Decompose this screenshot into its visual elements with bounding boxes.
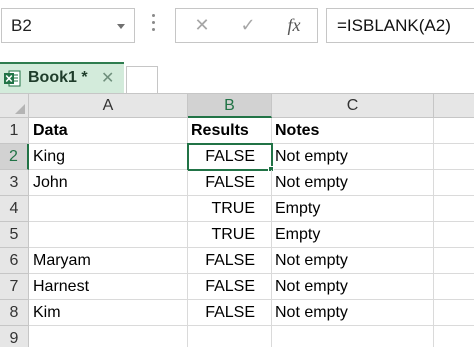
cell-d2[interactable]	[434, 144, 474, 170]
row-header-7[interactable]: 7	[0, 274, 29, 300]
cell-d1[interactable]	[434, 118, 474, 144]
formula-text: =ISBLANK(A2)	[337, 16, 451, 35]
cell-b1[interactable]: Results	[188, 118, 272, 144]
cell-c9[interactable]	[272, 326, 434, 347]
formula-buttons: ✕ ✓ fx	[175, 8, 318, 43]
cell-c1[interactable]: Notes	[272, 118, 434, 144]
chevron-down-icon[interactable]	[117, 24, 125, 29]
cell-d8[interactable]	[434, 300, 474, 326]
cell-a3[interactable]: John	[29, 170, 188, 196]
cell-a5[interactable]	[29, 222, 188, 248]
cell-c6[interactable]: Not empty	[272, 248, 434, 274]
row-header-1[interactable]: 1	[0, 118, 29, 144]
drag-handle-icon[interactable]	[152, 14, 156, 38]
column-header-c[interactable]: C	[272, 94, 434, 118]
checkmark-icon[interactable]: ✓	[228, 9, 268, 42]
select-all-button[interactable]	[0, 94, 29, 118]
name-box-value: B2	[11, 16, 32, 35]
cell-c8[interactable]: Not empty	[272, 300, 434, 326]
row-header-5[interactable]: 5	[0, 222, 29, 248]
row-header-6[interactable]: 6	[0, 248, 29, 274]
cell-a4[interactable]	[29, 196, 188, 222]
formula-input[interactable]: =ISBLANK(A2)	[326, 8, 474, 43]
cell-c2[interactable]: Not empty	[272, 144, 434, 170]
cell-b4[interactable]: TRUE	[188, 196, 272, 222]
row-header-9[interactable]: 9	[0, 326, 29, 347]
cell-d9[interactable]	[434, 326, 474, 347]
new-tab-area[interactable]	[126, 66, 158, 94]
column-header-d[interactable]	[434, 94, 474, 118]
cell-a6[interactable]: Maryam	[29, 248, 188, 274]
workbook-tab-bar: Book1 * ✕	[0, 52, 474, 94]
cell-b5[interactable]: TRUE	[188, 222, 272, 248]
cell-d3[interactable]	[434, 170, 474, 196]
workbook-tab[interactable]: Book1 * ✕	[0, 62, 124, 94]
cell-d6[interactable]	[434, 248, 474, 274]
cancel-icon[interactable]: ✕	[182, 9, 222, 42]
cell-c5[interactable]: Empty	[272, 222, 434, 248]
excel-icon	[4, 70, 21, 87]
column-header-a[interactable]: A	[29, 94, 188, 118]
close-icon[interactable]: ✕	[101, 68, 114, 88]
column-header-b[interactable]: B	[188, 94, 272, 118]
cell-a1[interactable]: Data	[29, 118, 188, 144]
cell-d7[interactable]	[434, 274, 474, 300]
spreadsheet-grid: A B C 1 Data Results Notes 2 King FALSE Not emp…	[0, 94, 474, 347]
cell-a7[interactable]: Harnest	[29, 274, 188, 300]
insert-function-icon[interactable]: fx	[274, 9, 314, 42]
cell-d4[interactable]	[434, 196, 474, 222]
row-header-2[interactable]: 2	[0, 144, 29, 170]
name-box[interactable]: B2	[1, 8, 135, 43]
cell-a2[interactable]: King	[29, 144, 188, 170]
cell-b2[interactable]: FALSE	[188, 144, 272, 170]
cell-c3[interactable]: Not empty	[272, 170, 434, 196]
cell-b6[interactable]: FALSE	[188, 248, 272, 274]
formula-bar: B2 ✕ ✓ fx =ISBLANK(A2)	[0, 0, 474, 52]
cell-d5[interactable]	[434, 222, 474, 248]
cell-a8[interactable]: Kim	[29, 300, 188, 326]
row-header-4[interactable]: 4	[0, 196, 29, 222]
cell-a9[interactable]	[29, 326, 188, 347]
cell-b7[interactable]: FALSE	[188, 274, 272, 300]
row-header-8[interactable]: 8	[0, 300, 29, 326]
cell-c4[interactable]: Empty	[272, 196, 434, 222]
workbook-tab-label: Book1 *	[28, 69, 88, 86]
cell-b8[interactable]: FALSE	[188, 300, 272, 326]
cell-c7[interactable]: Not empty	[272, 274, 434, 300]
cell-b3[interactable]: FALSE	[188, 170, 272, 196]
row-header-3[interactable]: 3	[0, 170, 29, 196]
select-all-icon	[15, 104, 25, 114]
cell-b9[interactable]	[188, 326, 272, 347]
